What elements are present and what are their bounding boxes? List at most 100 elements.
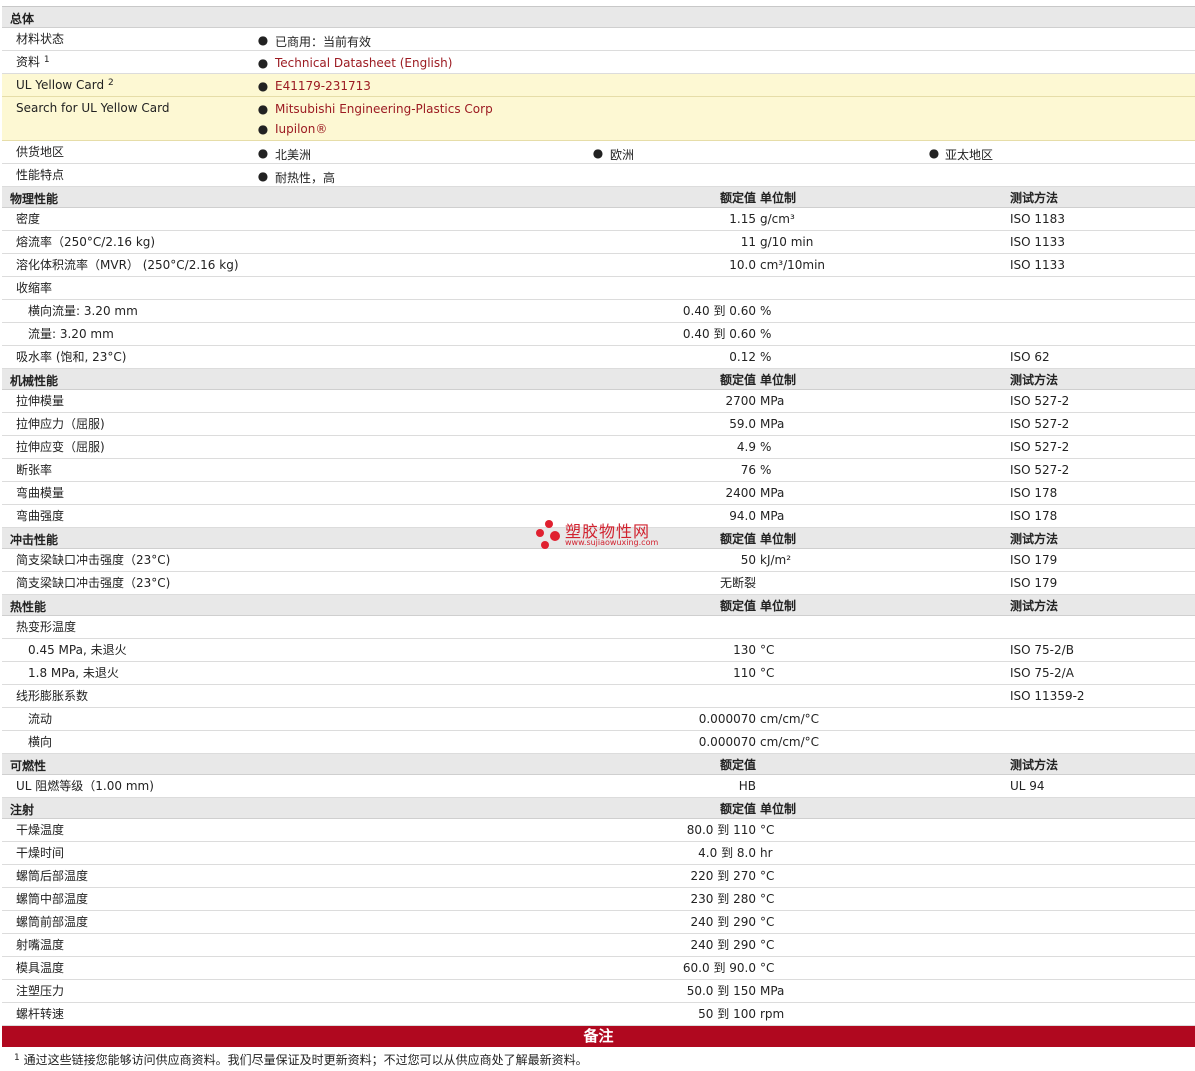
property-label: 模具温度 xyxy=(16,961,65,975)
property-range: 0.40 到 0.60 xyxy=(683,305,756,318)
property-row: 注塑压力 50.0 到 150 MPa xyxy=(2,980,1195,1003)
property-unit: °C xyxy=(760,892,775,906)
row-label: 资料 1 xyxy=(16,55,50,69)
status-value: 已商用：当前有效 xyxy=(275,35,372,49)
property-range: 80.0 到 110 xyxy=(687,824,756,837)
property-unit: °C xyxy=(760,643,775,657)
header-unit: 单位制 xyxy=(760,191,797,205)
property-unit: °C xyxy=(760,869,775,883)
bullet-icon: ● xyxy=(257,102,269,116)
property-row: 横向流量: 3.20 mm 0.40 到 0.60% xyxy=(2,300,1195,323)
property-row: 螺筒中部温度 230 到 280 °C xyxy=(2,888,1195,911)
property-value: 0.000070 xyxy=(698,735,756,749)
brand-link[interactable]: Iupilon® xyxy=(275,122,327,136)
range-min: 50.0 xyxy=(686,984,714,998)
test-method: UL 94 xyxy=(1010,779,1045,793)
property-range: 4.0 到 8.0 xyxy=(698,847,756,860)
range-to: 到 xyxy=(717,892,730,906)
region-value: 欧洲 xyxy=(610,148,635,162)
property-value: 0.12 xyxy=(729,350,756,364)
property-value: 0.000070 xyxy=(698,712,756,726)
property-label: UL 阻燃等级（1.00 mm) xyxy=(16,779,154,793)
range-max: 100 xyxy=(733,1007,756,1021)
property-row: 流动 0.000070 cm/cm/°C xyxy=(2,708,1195,731)
property-unit: cm/cm/°C xyxy=(760,735,820,749)
property-unit: kJ/m² xyxy=(760,553,792,567)
range-max: 270 xyxy=(733,869,756,883)
property-label: 注塑压力 xyxy=(16,984,65,998)
property-label: 溶化体积流率（MVR） (250°C/2.16 kg) xyxy=(16,258,239,272)
property-row: 弯曲强度 94.0 MPa ISO 178 xyxy=(2,505,1195,528)
property-label: 断张率 xyxy=(16,463,53,477)
section-title: 总体 xyxy=(10,12,35,26)
property-value: 110 xyxy=(733,666,756,680)
property-label: 弯曲强度 xyxy=(16,509,65,523)
property-row: 简支梁缺口冲击强度（23°C) 无断裂 ISO 179 xyxy=(2,572,1195,595)
property-row: 收缩率 xyxy=(2,277,1195,300)
property-unit: °C xyxy=(760,666,775,680)
range-min: 240 xyxy=(690,938,714,952)
property-unit: % xyxy=(760,350,772,364)
notes-header: 备注 xyxy=(2,1026,1195,1047)
header-unit: 单位制 xyxy=(760,599,797,613)
property-value: 1.15 xyxy=(729,212,756,226)
ul-yellow-card-link[interactable]: E41179-231713 xyxy=(275,79,371,93)
property-label: 横向 xyxy=(28,735,53,749)
supplier-link[interactable]: Mitsubishi Engineering-Plastics Corp xyxy=(275,102,493,116)
range-min: 4.0 xyxy=(698,846,718,860)
test-method: ISO 527-2 xyxy=(1010,440,1070,454)
property-value: 59.0 xyxy=(729,417,756,431)
range-to: 到 xyxy=(713,961,726,975)
range-to: 到 xyxy=(713,304,726,318)
bullet-icon: ● xyxy=(928,146,940,160)
row-label: 性能特点 xyxy=(16,168,65,182)
property-label: 横向流量: 3.20 mm xyxy=(28,304,138,318)
property-row: 弯曲模量 2400 MPa ISO 178 xyxy=(2,482,1195,505)
range-to: 到 xyxy=(721,846,734,860)
property-unit: MPa xyxy=(760,417,785,431)
property-value: 76 xyxy=(740,463,756,477)
range-max: 290 xyxy=(733,938,756,952)
test-method: ISO 62 xyxy=(1010,350,1050,364)
property-label: 流量: 3.20 mm xyxy=(28,327,114,341)
test-method: ISO 11359-2 xyxy=(1010,689,1085,703)
property-label: 弯曲模量 xyxy=(16,486,65,500)
property-range: 0.40 到 0.60 xyxy=(683,328,756,341)
property-label: 螺筒中部温度 xyxy=(16,892,89,906)
section-title: 物理性能 xyxy=(10,192,59,206)
range-min: 240 xyxy=(690,915,714,929)
property-range: 60.0 到 90.0 xyxy=(683,962,756,975)
section-title: 冲击性能 xyxy=(10,533,59,547)
range-max: 90.0 xyxy=(729,961,756,975)
range-min: 220 xyxy=(690,869,714,883)
test-method: ISO 179 xyxy=(1010,553,1058,567)
range-to: 到 xyxy=(717,823,730,837)
property-label: 螺杆转速 xyxy=(16,1007,65,1021)
range-max: 110 xyxy=(733,823,756,837)
bullet-icon: ● xyxy=(257,122,269,136)
property-unit: cm³/10min xyxy=(760,258,826,272)
test-method: ISO 527-2 xyxy=(1010,394,1070,408)
test-method: ISO 1133 xyxy=(1010,258,1065,272)
row-regions: 供货地区 ● 北美洲 ● 欧洲 ● 亚太地区 xyxy=(2,141,1195,164)
property-row: 热变形温度 xyxy=(2,616,1195,639)
property-unit: MPa xyxy=(760,394,785,408)
property-label: 流动 xyxy=(28,712,53,726)
test-method: ISO 1183 xyxy=(1010,212,1065,226)
property-unit: hr xyxy=(760,846,773,860)
range-max: 0.60 xyxy=(729,327,756,341)
section-general: 总体 xyxy=(2,7,1195,28)
property-label: 拉伸应变（屈服) xyxy=(16,440,105,454)
property-value: 无断裂 xyxy=(719,576,756,590)
row-ul-yellow-card: UL Yellow Card 2 ● E41179-231713 xyxy=(2,74,1195,97)
property-unit: MPa xyxy=(760,984,785,998)
range-to: 到 xyxy=(717,1007,730,1021)
section-flammability: 可燃性 额定值 测试方法 xyxy=(2,754,1195,775)
technical-datasheet-link[interactable]: Technical Datasheet (English) xyxy=(275,56,452,70)
property-label: 吸水率 (饱和, 23°C) xyxy=(16,350,127,364)
range-max: 8.0 xyxy=(736,846,756,860)
section-thermal: 热性能 额定值 单位制 测试方法 xyxy=(2,595,1195,616)
row-search-ul-card: Search for UL Yellow Card ● Mitsubishi E… xyxy=(2,97,1195,141)
property-row: UL 阻燃等级（1.00 mm) HB UL 94 xyxy=(2,775,1195,798)
header-unit: 单位制 xyxy=(760,373,797,387)
